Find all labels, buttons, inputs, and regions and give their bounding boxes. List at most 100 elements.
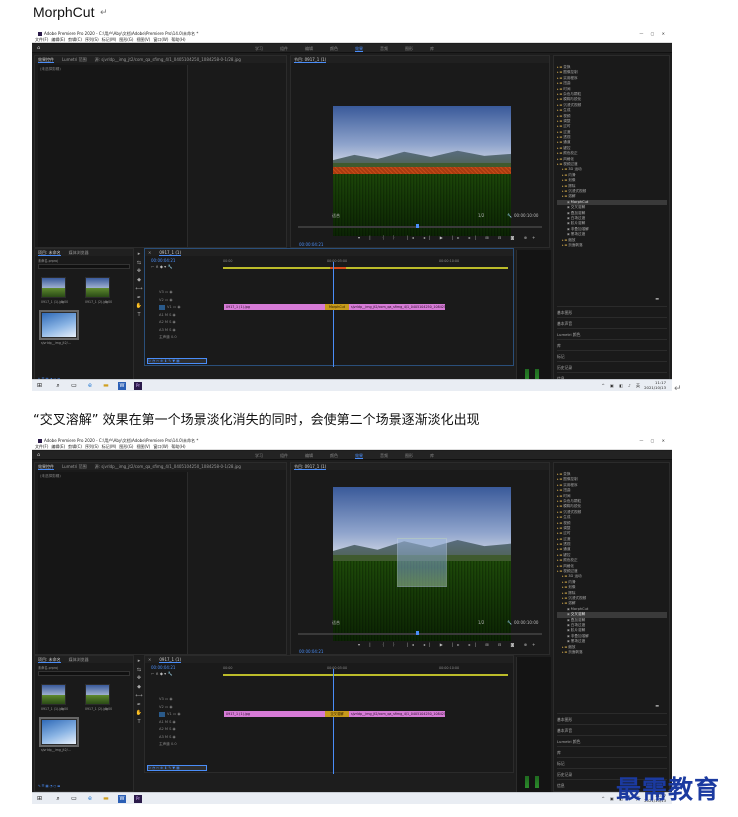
- tab-media-browser[interactable]: 媒体浏览器: [69, 657, 89, 662]
- menu-graphics[interactable]: 图形(G): [119, 37, 133, 42]
- panel-history[interactable]: 历史记录: [557, 361, 667, 372]
- effects-folder[interactable]: 页面剥落: [557, 243, 667, 248]
- workspace-effects[interactable]: 效果: [355, 453, 363, 459]
- clip-a[interactable]: 0917_1 (1).jpg: [224, 711, 332, 717]
- wrench-icon[interactable]: 🔧: [507, 213, 512, 218]
- wrench-icon[interactable]: 🔧: [507, 620, 512, 625]
- menu-help[interactable]: 帮助(H): [171, 444, 185, 449]
- folder-icon[interactable]: ▬: [102, 795, 110, 803]
- tab-effect-controls[interactable]: 效果控件: [38, 57, 54, 63]
- panel-essential-sound[interactable]: 基本声音: [557, 724, 667, 735]
- tab-media-browser[interactable]: 媒体浏览器: [69, 250, 89, 255]
- menu-sequence[interactable]: 序列(S): [85, 37, 99, 42]
- edge-icon[interactable]: e: [86, 795, 94, 803]
- clip-b[interactable]: sjvrldp__img_jt2/com_qa_sfimg_4/1_040510…: [349, 304, 445, 310]
- effects-folder[interactable]: 页面剥落: [557, 650, 667, 655]
- timeline-playhead[interactable]: [333, 669, 334, 774]
- search-icon[interactable]: ⌕: [54, 795, 62, 803]
- sequence-timecode[interactable]: 00:00:04:21: [151, 258, 175, 263]
- search-icon[interactable]: ⌕: [54, 382, 62, 390]
- add-button-icon[interactable]: +: [532, 642, 535, 647]
- timeline-bottom-toolbar[interactable]: ↻ ◔ ✂ ⊕ ⬇ ✎ ▼ ▦: [147, 765, 207, 771]
- panel-essential-graphics[interactable]: 基本图形: [557, 306, 667, 317]
- transport-controls[interactable]: ▾ | ｛ ｝ |◂ ◂| ▶ |▸ ▸| ⊞ ⊟ ◙ ⊕: [358, 642, 531, 648]
- menu-file[interactable]: 文件(F): [35, 444, 48, 449]
- transport-controls[interactable]: ▾ | ｛ ｝ |◂ ◂| ▶ |▸ ▸| ⊞ ⊟ ◙ ⊕: [358, 235, 531, 241]
- workspace-color[interactable]: 颜色: [330, 46, 338, 51]
- tab-program[interactable]: 节目: 0917_1 (1): [294, 464, 327, 470]
- workspace-libraries[interactable]: 库: [430, 46, 434, 51]
- edge-icon[interactable]: e: [86, 382, 94, 390]
- program-playhead[interactable]: [416, 631, 419, 635]
- workspace-graphics[interactable]: 图形: [405, 453, 413, 458]
- home-icon[interactable]: ⌂: [37, 46, 42, 51]
- word-icon[interactable]: W: [118, 382, 126, 390]
- workspace-libraries[interactable]: 库: [430, 453, 434, 458]
- workspace-graphics[interactable]: 图形: [405, 46, 413, 51]
- timeline-tool-icons[interactable]: ⌐ ∩ ◆ ▾ 🔧: [151, 264, 172, 269]
- transition-clip[interactable]: 交叉溶解: [325, 711, 349, 717]
- menu-marker[interactable]: 标记(M): [102, 444, 117, 449]
- program-scrub-bar[interactable]: [298, 226, 542, 228]
- panel-libraries[interactable]: 库: [557, 339, 667, 350]
- tab-source[interactable]: 源: sjvrldp__img_jt2/com_qa_sfimg_4/1_040…: [95, 57, 241, 62]
- task-view-icon[interactable]: ▭: [70, 382, 78, 390]
- menu-window[interactable]: 窗口(W): [153, 444, 168, 449]
- new-bin-icon[interactable]: ▬: [655, 703, 659, 708]
- menu-sequence[interactable]: 序列(S): [85, 444, 99, 449]
- project-thumb-1[interactable]: [41, 684, 66, 705]
- panel-markers[interactable]: 标记: [557, 757, 667, 768]
- premiere-icon[interactable]: Pr: [134, 795, 142, 803]
- workspace-learn[interactable]: 学习: [255, 46, 263, 51]
- tab-program[interactable]: 节目: 0917_1 (1): [294, 57, 327, 63]
- clip-b[interactable]: sjvrldp__img_jt2/com_qa_sfimg_4/1_040510…: [349, 711, 445, 717]
- project-thumb-3[interactable]: [39, 310, 79, 340]
- folder-icon[interactable]: ▬: [102, 382, 110, 390]
- windows-start-icon[interactable]: ⊞: [37, 796, 42, 802]
- program-timecode[interactable]: 00:00:04:21: [299, 649, 323, 654]
- sequence-timecode[interactable]: 00:00:04:21: [151, 665, 175, 670]
- project-thumb-1[interactable]: [41, 277, 66, 298]
- tab-sequence[interactable]: 0917_1 (1): [159, 250, 182, 256]
- tab-source[interactable]: 源: sjvrldp__img_jt2/com_qa_sfimg_4/1_040…: [95, 464, 241, 469]
- tools-panel[interactable]: ▸ ⇆ ✥ ◆ ⟷ ✒ ✋ T: [135, 250, 143, 320]
- effects-tree[interactable]: 变换图像控制实用程序扭曲时间杂色与颗粒模糊与锐化沉浸式视频生成视频调整过时过渡透…: [557, 65, 667, 248]
- program-scrub-bar[interactable]: [298, 633, 542, 635]
- panel-markers[interactable]: 标记: [557, 350, 667, 361]
- menu-view[interactable]: 视图(V): [136, 444, 150, 449]
- menu-file[interactable]: 文件(F): [35, 37, 48, 42]
- panel-essential-sound[interactable]: 基本声音: [557, 317, 667, 328]
- workspace-editing[interactable]: 编辑: [305, 453, 313, 458]
- workspace-effects[interactable]: 效果: [355, 46, 363, 52]
- menu-clip[interactable]: 剪辑(C): [68, 37, 82, 42]
- window-controls[interactable]: — ▢ ✕: [639, 438, 668, 443]
- program-timecode[interactable]: 00:00:04:21: [299, 242, 323, 247]
- program-video-frame[interactable]: [333, 487, 511, 641]
- program-fit-select[interactable]: 适合: [332, 620, 340, 626]
- menu-help[interactable]: 帮助(H): [171, 37, 185, 42]
- window-controls[interactable]: — ▢ ✕: [639, 31, 668, 36]
- workspace-assembly[interactable]: 组件: [280, 46, 288, 51]
- timeline-bottom-toolbar[interactable]: ↻ ◔ ✂ ⊕ ⬇ ✎ ▼ ▦: [147, 358, 207, 364]
- word-icon[interactable]: W: [118, 795, 126, 803]
- home-icon[interactable]: ⌂: [37, 453, 42, 458]
- workspace-audio[interactable]: 音频: [380, 453, 388, 458]
- work-area-bar[interactable]: [223, 267, 508, 269]
- work-area-bar[interactable]: [223, 674, 508, 676]
- program-quality-select[interactable]: 1/2: [478, 213, 484, 218]
- program-playhead[interactable]: [416, 224, 419, 228]
- tab-lumetri-scopes[interactable]: Lumetri 范围: [62, 464, 87, 469]
- project-search-input[interactable]: [38, 264, 130, 269]
- workspace-editing[interactable]: 编辑: [305, 46, 313, 51]
- workspace-learn[interactable]: 学习: [255, 453, 263, 458]
- transition-clip[interactable]: MorphCut: [325, 304, 349, 310]
- tools-panel[interactable]: ▸ ⇆ ✥ ◆ ⟷ ✒ ✋ T: [135, 657, 143, 727]
- menu-marker[interactable]: 标记(M): [102, 37, 117, 42]
- panel-libraries[interactable]: 库: [557, 746, 667, 757]
- panel-lumetri-color[interactable]: Lumetri 颜色: [557, 328, 667, 339]
- add-button-icon[interactable]: +: [532, 235, 535, 240]
- menu-window[interactable]: 窗口(W): [153, 37, 168, 42]
- timeline-tool-icons[interactable]: ⌐ ∩ ◆ ▾ 🔧: [151, 671, 172, 676]
- tab-effect-controls[interactable]: 效果控件: [38, 464, 54, 470]
- clip-a[interactable]: 0917_1 (1).jpg: [224, 304, 332, 310]
